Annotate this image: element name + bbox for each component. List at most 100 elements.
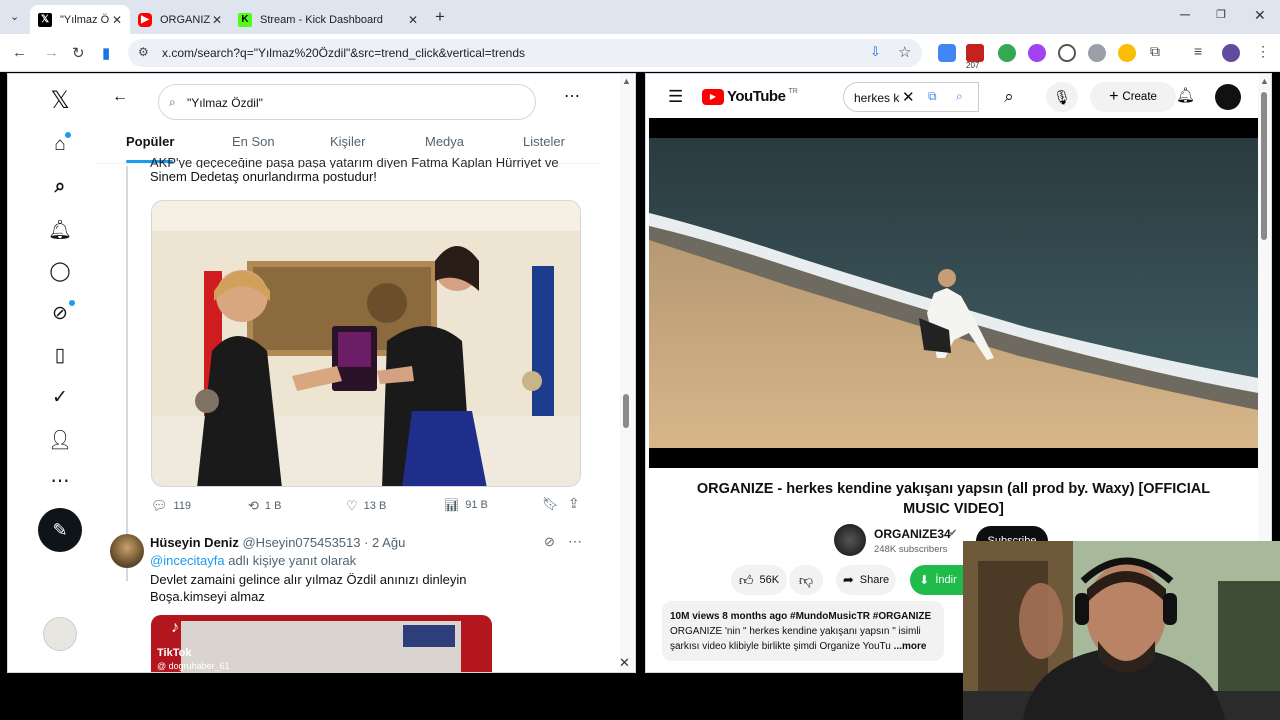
bookmark-star-icon[interactable]: ☆ bbox=[898, 43, 911, 61]
tab-kick[interactable]: K Stream - Kick Dashboard ✕ bbox=[230, 5, 426, 34]
search-icon: ⌕ bbox=[169, 95, 176, 109]
author-name[interactable]: Hüseyin Deniz bbox=[150, 535, 239, 550]
account-avatar[interactable] bbox=[1215, 84, 1241, 110]
reply-to-handle[interactable]: @incecitayfa bbox=[150, 553, 225, 568]
browser-toolbar: ← → ↻ ▮ ⚙ x.com/search?q="Yılmaz%20Özdil… bbox=[0, 34, 1280, 72]
grok-explain-icon[interactable]: ⊘ bbox=[544, 534, 555, 550]
reading-list-icon[interactable]: ≡ bbox=[1194, 43, 1202, 59]
circle-extension-icon[interactable] bbox=[1058, 44, 1076, 62]
share-button[interactable]: ➦ Share bbox=[836, 565, 896, 595]
yellow-extension-icon[interactable] bbox=[1118, 44, 1136, 62]
back-icon[interactable]: ← bbox=[12, 44, 27, 61]
voice-search-button[interactable]: 🎙︎ bbox=[1046, 82, 1078, 112]
like-button[interactable]: 👍︎ 56K bbox=[731, 565, 787, 595]
youtube-search-button[interactable]: ⌕ bbox=[989, 82, 1029, 112]
channel-avatar[interactable] bbox=[834, 524, 866, 556]
close-window-icon[interactable]: ✕ bbox=[1254, 7, 1266, 24]
notifications-bell-icon[interactable]: 🔔︎ bbox=[1176, 86, 1195, 104]
video-description[interactable]: 10M views 8 months ago #MundoMusicTR #OR… bbox=[662, 601, 944, 661]
thumbs-down-icon: 👎︎ bbox=[798, 571, 814, 588]
avatar[interactable] bbox=[110, 534, 144, 568]
more-icon[interactable]: ⋯ bbox=[48, 470, 72, 493]
create-label: Create bbox=[1122, 91, 1157, 103]
messages-icon[interactable]: ◯ bbox=[48, 260, 72, 283]
video-player[interactable] bbox=[649, 118, 1258, 468]
x-scrollbar-thumb[interactable] bbox=[623, 394, 629, 428]
grok-icon[interactable]: ⊘ bbox=[48, 302, 72, 325]
clear-search-icon[interactable]: ✕ bbox=[902, 88, 915, 106]
account-avatar[interactable] bbox=[43, 617, 77, 651]
sidebar-panel-icon[interactable]: ▮ bbox=[102, 44, 110, 62]
description-line: ORGANIZE 'nin " herkes kendine yakışanı … bbox=[670, 626, 921, 637]
close-tab-icon[interactable]: ✕ bbox=[408, 13, 418, 27]
views-line: 10M views 8 months ago #MundoMusicTR #OR… bbox=[670, 611, 932, 622]
calendar-extension-icon[interactable] bbox=[966, 44, 984, 62]
x-window: 𝕏 ⌂ ⌕ 🔔︎ ◯ ⊘ ▯ ✓ 👤︎ ⋯ ✎ ← ⌕ "Yılmaz Özdi… bbox=[7, 73, 636, 673]
bookmark-icon[interactable]: 🔖︎ bbox=[542, 496, 559, 512]
verified-icon[interactable]: ✓ bbox=[48, 386, 72, 409]
like-button[interactable]: ♡ 13 B bbox=[346, 498, 386, 514]
download-button[interactable]: ⬇ İndir bbox=[910, 565, 966, 595]
close-tab-icon[interactable]: ✕ bbox=[112, 13, 122, 27]
bookmarks-icon[interactable]: ▯ bbox=[48, 344, 72, 367]
yt-scrollbar-thumb[interactable] bbox=[1261, 92, 1267, 240]
extensions-puzzle-icon[interactable]: ⧉ bbox=[1150, 43, 1160, 60]
minimize-icon[interactable]: ─ bbox=[1180, 6, 1190, 22]
lr-extension-icon[interactable] bbox=[1028, 44, 1046, 62]
install-app-icon[interactable]: ⇩ bbox=[870, 44, 881, 60]
new-tab-icon[interactable]: + bbox=[435, 7, 445, 27]
lens-search-icon[interactable]: ⌕ bbox=[956, 89, 963, 104]
tab-people[interactable]: Kişiler bbox=[330, 134, 365, 149]
tab-media[interactable]: Medya bbox=[425, 134, 464, 149]
tweet-photo[interactable] bbox=[151, 200, 581, 487]
hamburger-menu-icon[interactable]: ☰ bbox=[668, 87, 683, 107]
close-split-icon[interactable]: ✕ bbox=[619, 655, 630, 671]
x-home-logo-icon[interactable]: 𝕏 bbox=[48, 86, 72, 115]
tab-lists[interactable]: Listeler bbox=[523, 134, 565, 149]
youtube-search-input[interactable]: herkes k ✕ ⧉ ⌕ bbox=[843, 82, 979, 112]
tab-list-chevron-icon[interactable]: ⌄ bbox=[10, 10, 19, 23]
translate-icon[interactable]: ⧉ bbox=[928, 89, 937, 104]
views-button[interactable]: 📊︎ 91 B bbox=[444, 498, 488, 512]
share-label: Share bbox=[859, 574, 890, 586]
tab-x-search[interactable]: 𝕏 "Yılmaz Ö ✕ bbox=[30, 5, 130, 34]
cat-extension-icon[interactable] bbox=[1088, 44, 1106, 62]
share-icon[interactable]: ⇪ bbox=[568, 495, 580, 512]
search-options-icon[interactable]: ⋯ bbox=[564, 86, 580, 106]
site-info-icon[interactable]: ⚙ bbox=[138, 45, 149, 59]
globe-extension-icon[interactable] bbox=[998, 44, 1016, 62]
more-link[interactable]: ...more bbox=[894, 641, 927, 652]
dislike-button[interactable]: 👎︎ bbox=[789, 565, 823, 595]
tab-youtube[interactable]: ▶ ORGANIZ ✕ bbox=[130, 5, 230, 34]
address-bar[interactable]: ⚙ x.com/search?q="Yılmaz%20Özdil"&src=tr… bbox=[128, 39, 922, 67]
explore-search-icon[interactable]: ⌕ bbox=[48, 176, 72, 198]
tweet-more-icon[interactable]: ⋯ bbox=[568, 533, 582, 550]
scroll-up-icon[interactable]: ▲ bbox=[1260, 76, 1269, 86]
create-button[interactable]: + Create bbox=[1090, 82, 1176, 112]
channel-name[interactable]: ORGANIZE34 bbox=[874, 527, 951, 541]
retweet-button[interactable]: ⟲ 1 B bbox=[248, 498, 281, 514]
x-search-input[interactable]: ⌕ "Yılmaz Özdil" bbox=[158, 84, 536, 120]
translate-extension-icon[interactable] bbox=[938, 44, 956, 62]
youtube-logo[interactable]: ▶ YouTube TR bbox=[702, 88, 798, 105]
tab-latest[interactable]: En Son bbox=[232, 134, 275, 149]
reload-icon[interactable]: ↻ bbox=[72, 44, 85, 62]
compose-post-button[interactable]: ✎ bbox=[38, 508, 82, 552]
tweet-text-line: Boşa.kimseyi almaz bbox=[150, 589, 265, 604]
profile-avatar[interactable] bbox=[1222, 44, 1240, 62]
forward-icon[interactable]: → bbox=[44, 44, 59, 61]
profile-icon[interactable]: 👤︎ bbox=[48, 428, 72, 452]
close-tab-icon[interactable]: ✕ bbox=[212, 13, 222, 27]
scroll-up-icon[interactable]: ▲ bbox=[622, 76, 631, 86]
verified-check-icon: ✔ bbox=[949, 528, 958, 539]
restore-icon[interactable]: ❐ bbox=[1216, 8, 1226, 21]
browser-menu-icon[interactable]: ⋮ bbox=[1256, 43, 1270, 60]
notifications-bell-icon[interactable]: 🔔︎ bbox=[48, 218, 72, 242]
tweet-text-line: Sinem Dedetaş onurlandırma postudur! bbox=[150, 169, 377, 184]
tab-popular[interactable]: Popüler bbox=[126, 134, 174, 149]
back-arrow-icon[interactable]: ← bbox=[112, 88, 128, 106]
author-handle[interactable]: @Hseyin075453513 · 2 Ağu bbox=[242, 535, 405, 550]
reply-button[interactable]: 💬︎ 119 bbox=[151, 498, 191, 514]
tweet-video-media[interactable]: ♪ TikTok @ dogruhaber_61 bbox=[151, 615, 492, 672]
download-label: İndir bbox=[935, 574, 957, 586]
